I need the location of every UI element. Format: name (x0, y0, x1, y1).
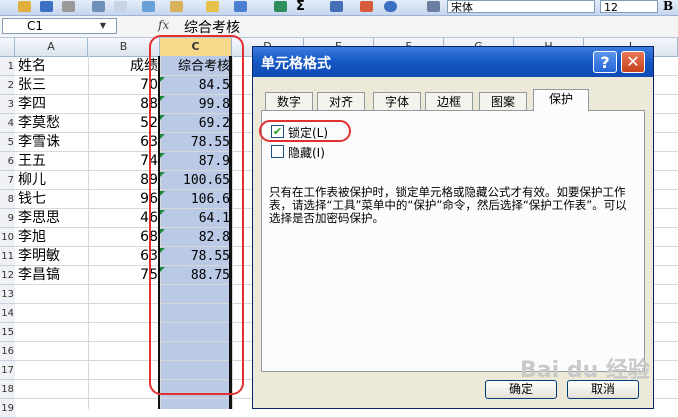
hide-label[interactable]: 隐藏(I) (288, 144, 325, 161)
help-icon[interactable] (384, 1, 397, 12)
protection-info-text: 只有在工作表被保护时，锁定单元格或隐藏公式才有效。如要保护工作表，请选择“工具”… (269, 185, 627, 225)
format-painter-icon[interactable] (206, 1, 219, 12)
cell-name[interactable]: 李四 (18, 95, 88, 114)
help-button[interactable]: ? (593, 51, 617, 73)
row-header[interactable]: 18 (0, 380, 15, 399)
tab-alignment[interactable]: 对齐 (317, 92, 365, 110)
row-header[interactable]: 10 (0, 228, 15, 247)
row-header[interactable]: 15 (0, 323, 15, 342)
cell-name[interactable]: 李明敏 (18, 247, 88, 266)
cell-name[interactable]: 李思思 (18, 209, 88, 228)
column-header-a[interactable]: A (15, 38, 88, 56)
row-header[interactable]: 12 (0, 266, 15, 285)
name-box-dropdown-icon[interactable]: ▼ (96, 19, 110, 33)
cell-name[interactable]: 李旭 (18, 228, 88, 247)
cell-name[interactable] (18, 285, 88, 304)
row-header[interactable]: 4 (0, 114, 15, 133)
font-name-select[interactable]: 宋体 (447, 0, 595, 13)
select-all-corner[interactable] (0, 38, 15, 56)
cell-name[interactable]: 李雪诛 (18, 133, 88, 152)
hide-checkbox[interactable] (271, 145, 284, 158)
cell-name[interactable] (18, 361, 88, 380)
cell-name[interactable]: 李莫愁 (18, 114, 88, 133)
close-button[interactable]: ✕ (621, 51, 645, 73)
formula-input[interactable]: 综合考核 (184, 17, 240, 37)
cell-name[interactable]: 钱七 (18, 190, 88, 209)
cell-name[interactable]: 张三 (18, 76, 88, 95)
row-header[interactable]: 5 (0, 133, 15, 152)
annotation-highlight-lock (259, 120, 351, 142)
row-header[interactable]: 17 (0, 361, 15, 380)
open-icon[interactable] (18, 1, 31, 12)
row-header[interactable]: 3 (0, 95, 15, 114)
spelling-icon[interactable] (142, 1, 155, 12)
autosum-icon[interactable]: Σ (296, 0, 309, 13)
row-header[interactable]: 14 (0, 304, 15, 323)
row-header[interactable]: 8 (0, 190, 15, 209)
tab-border[interactable]: 边框 (425, 92, 473, 110)
print-icon[interactable] (92, 1, 105, 12)
toolbar-options-icon[interactable] (427, 1, 440, 12)
tab-font[interactable]: 字体 (373, 92, 421, 110)
row-header[interactable]: 6 (0, 152, 15, 171)
cell-name[interactable] (18, 342, 88, 361)
row-header[interactable]: 13 (0, 285, 15, 304)
cell-name[interactable]: 姓名 (18, 57, 88, 76)
tab-patterns[interactable]: 图案 (479, 92, 527, 110)
cell-name[interactable]: 柳儿 (18, 171, 88, 190)
undo-icon[interactable] (234, 1, 247, 12)
watermark: Bai du 经验 (520, 358, 650, 383)
bold-button[interactable]: B (663, 0, 678, 13)
annotation-highlight-column-c (149, 35, 244, 395)
insert-function-button[interactable]: fx (158, 18, 169, 32)
row-header[interactable]: 9 (0, 209, 15, 228)
toolbar: Σ 宋体 12 B (0, 0, 678, 16)
tab-number[interactable]: 数字 (265, 92, 313, 110)
tab-protection[interactable]: 保护 (533, 89, 589, 111)
row-header[interactable]: 1 (0, 57, 15, 76)
cell-name[interactable] (18, 323, 88, 342)
permission-icon[interactable] (62, 1, 75, 12)
font-size-select[interactable]: 12 (600, 0, 658, 14)
cell-name[interactable]: 李昌镐 (18, 266, 88, 285)
paste-icon[interactable] (170, 1, 183, 12)
hyperlink-icon[interactable] (274, 1, 287, 12)
row-header[interactable]: 2 (0, 76, 15, 95)
save-icon[interactable] (40, 1, 53, 12)
chart-wizard-icon[interactable] (360, 1, 373, 12)
row-header[interactable]: 7 (0, 171, 15, 190)
cell-name[interactable]: 王五 (18, 152, 88, 171)
row-header[interactable]: 16 (0, 342, 15, 361)
cell-name[interactable] (18, 304, 88, 323)
dialog-title: 单元格格式 (261, 56, 331, 72)
sort-ascending-icon[interactable] (330, 1, 343, 12)
cell-name[interactable] (18, 380, 88, 399)
formula-bar: C1 ▼ fx 综合考核 (0, 16, 678, 38)
print-preview-icon[interactable] (114, 1, 127, 12)
dialog-titlebar[interactable]: 单元格格式 ? ✕ (253, 47, 653, 77)
row-header[interactable]: 11 (0, 247, 15, 266)
